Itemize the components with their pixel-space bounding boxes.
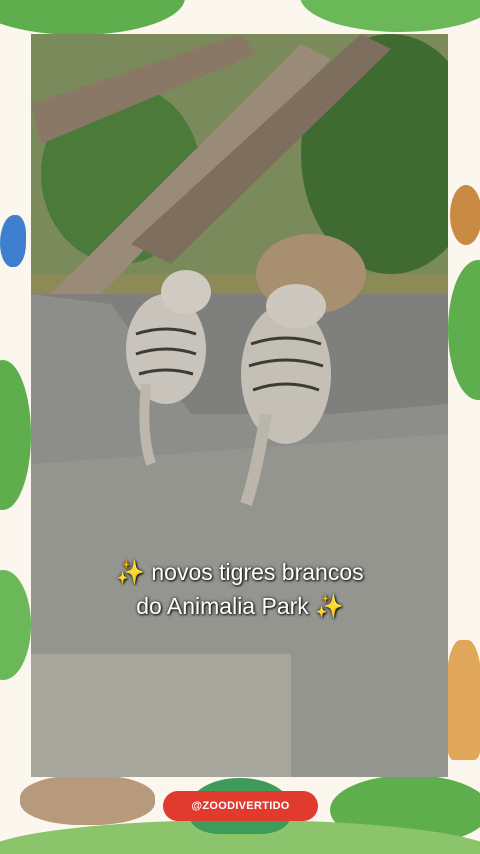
leaf-cluster-top-left — [0, 0, 185, 35]
caption-text-1: novos tigres brancos — [151, 559, 364, 585]
parrot-icon — [0, 215, 26, 267]
monkey-icon — [450, 185, 480, 245]
leaf-cluster-left-low — [0, 570, 31, 680]
hippo-icon — [20, 775, 155, 825]
sparkles-icon: ✨ — [116, 559, 145, 585]
sparkles-icon: ✨ — [315, 593, 344, 619]
video-frame-photo — [31, 34, 448, 777]
deer-icon — [446, 640, 480, 760]
caption-line-2: do Animalia Park ✨ — [60, 590, 420, 622]
decorative-frame: ✨ novos tigres brancos do Animalia Park … — [0, 0, 480, 854]
leaf-cluster-left — [0, 360, 31, 510]
leaf-cluster-top-right — [300, 0, 480, 32]
leaf-cluster-right — [448, 260, 480, 400]
channel-handle-badge[interactable]: @ZOODIVERTIDO — [163, 791, 318, 821]
tiger-scene-image — [31, 34, 448, 777]
caption-line-1: ✨ novos tigres brancos — [60, 556, 420, 588]
caption-text-2: do Animalia Park — [136, 593, 309, 619]
